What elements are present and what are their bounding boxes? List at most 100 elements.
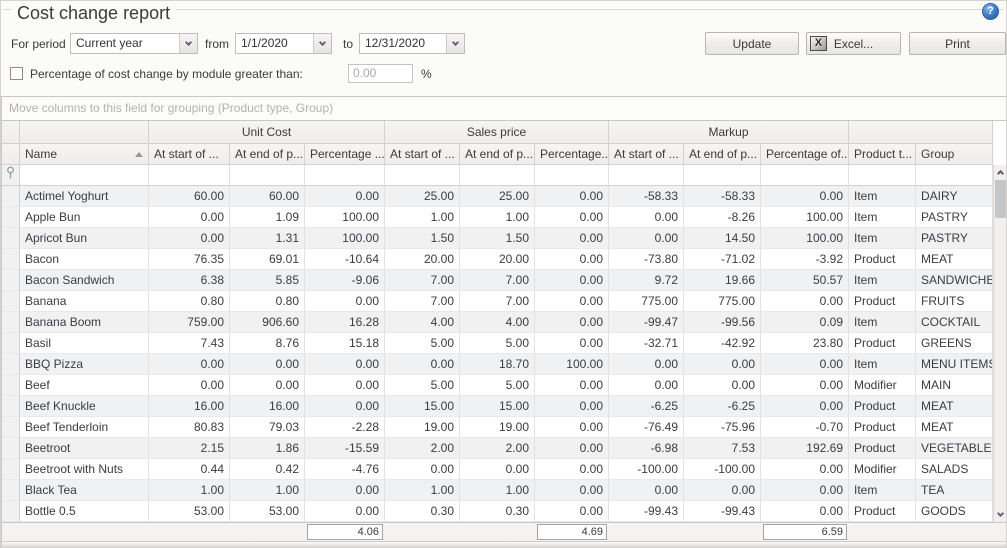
cell-name[interactable]: Beef Tenderloin [20,417,149,438]
row-indicator[interactable] [2,354,20,375]
cell-sp-end[interactable]: 1.00 [460,207,535,228]
cell-product-type[interactable]: Item [849,207,916,228]
cell-sp-start[interactable]: 2.00 [385,438,460,459]
cell-product-type[interactable]: Modifier [849,459,916,480]
cell-uc-pct[interactable]: -4.76 [305,459,385,480]
cell-uc-pct[interactable]: -10.64 [305,249,385,270]
cell-sp-pct[interactable]: 0.00 [535,228,609,249]
threshold-checkbox[interactable] [10,67,23,80]
cell-product-type[interactable]: Item [849,480,916,501]
cell-mk-pct[interactable]: 0.00 [761,375,849,396]
table-row[interactable]: Beetroot2.151.86-15.592.002.000.00-6.987… [2,438,993,459]
cell-uc-pct[interactable]: 16.28 [305,312,385,333]
cell-sp-end[interactable]: 5.00 [460,333,535,354]
help-icon[interactable]: ? [982,3,999,20]
cell-mk-pct[interactable]: 0.00 [761,459,849,480]
cell-product-type[interactable]: Product [849,501,916,522]
row-indicator[interactable] [2,396,20,417]
cell-product-type[interactable]: Product [849,438,916,459]
cell-mk-start[interactable]: 9.72 [609,270,684,291]
cell-uc-end[interactable]: 0.00 [230,375,305,396]
cell-group[interactable]: SALADS [916,459,993,480]
cell-sp-start[interactable]: 4.00 [385,312,460,333]
cell-mk-end[interactable]: -58.33 [684,186,761,207]
cell-mk-start[interactable]: -32.71 [609,333,684,354]
cell-uc-end[interactable]: 5.85 [230,270,305,291]
cell-name[interactable]: Banana [20,291,149,312]
cell-uc-end[interactable]: 0.80 [230,291,305,312]
cell-sp-pct[interactable]: 100.00 [535,354,609,375]
cell-mk-pct[interactable]: 0.00 [761,480,849,501]
cell-mk-end[interactable]: -100.00 [684,459,761,480]
column-header-product-type[interactable]: Product t... [849,144,916,165]
filter-cell[interactable] [460,165,535,186]
cell-uc-end[interactable]: 1.09 [230,207,305,228]
cell-uc-pct[interactable]: 100.00 [305,228,385,249]
cell-sp-start[interactable]: 7.00 [385,291,460,312]
cell-sp-start[interactable]: 1.00 [385,207,460,228]
cell-uc-start[interactable]: 16.00 [149,396,230,417]
cell-uc-end[interactable]: 1.86 [230,438,305,459]
cell-uc-pct[interactable]: -9.06 [305,270,385,291]
chevron-down-icon[interactable] [313,34,331,53]
cell-sp-start[interactable]: 5.00 [385,375,460,396]
column-header-uc-pct[interactable]: Percentage ... [305,144,385,165]
column-header-name[interactable]: Name [20,144,149,165]
cell-mk-pct[interactable]: 192.69 [761,438,849,459]
cell-product-type[interactable]: Product [849,291,916,312]
cell-mk-pct[interactable]: 0.00 [761,186,849,207]
cell-mk-pct[interactable]: 0.00 [761,501,849,522]
table-row[interactable]: Apricot Bun0.001.31100.001.501.500.000.0… [2,228,993,249]
cell-sp-end[interactable]: 7.00 [460,291,535,312]
cell-sp-start[interactable]: 25.00 [385,186,460,207]
cell-mk-end[interactable]: -42.92 [684,333,761,354]
cell-mk-pct[interactable]: -3.92 [761,249,849,270]
cell-sp-end[interactable]: 0.00 [460,459,535,480]
cell-uc-pct[interactable]: 0.00 [305,375,385,396]
cell-mk-end[interactable]: 0.00 [684,480,761,501]
cell-mk-end[interactable]: -99.43 [684,501,761,522]
cell-mk-start[interactable]: -76.49 [609,417,684,438]
cell-name[interactable]: Beef [20,375,149,396]
filter-cell[interactable] [305,165,385,186]
cell-mk-start[interactable]: 0.00 [609,228,684,249]
cell-mk-pct[interactable]: 100.00 [761,228,849,249]
table-row[interactable]: Bacon Sandwich6.385.85-9.067.007.000.009… [2,270,993,291]
cell-mk-start[interactable]: 0.00 [609,480,684,501]
table-row[interactable]: Bottle 0.553.0053.000.000.300.300.00-99.… [2,501,993,522]
cell-sp-start[interactable]: 7.00 [385,270,460,291]
cell-group[interactable]: MEAT [916,396,993,417]
vertical-scrollbar[interactable] [993,165,1007,522]
cell-sp-start[interactable]: 1.00 [385,480,460,501]
cell-uc-start[interactable]: 0.00 [149,207,230,228]
threshold-input[interactable]: 0.00 [348,64,413,83]
cell-group[interactable]: PASTRY [916,228,993,249]
cell-group[interactable]: GOODS [916,501,993,522]
cell-uc-start[interactable]: 6.38 [149,270,230,291]
scroll-thumb[interactable] [995,180,1006,218]
filter-cell[interactable] [684,165,761,186]
row-indicator[interactable] [2,417,20,438]
cell-sp-end[interactable]: 15.00 [460,396,535,417]
cell-sp-end[interactable]: 19.00 [460,417,535,438]
cell-sp-pct[interactable]: 0.00 [535,333,609,354]
cell-sp-end[interactable]: 2.00 [460,438,535,459]
band-markup[interactable]: Markup [609,121,849,144]
cell-group[interactable]: PASTRY [916,207,993,228]
cell-uc-pct[interactable]: 0.00 [305,501,385,522]
cell-name[interactable]: Bottle 0.5 [20,501,149,522]
cell-sp-pct[interactable]: 0.00 [535,270,609,291]
scroll-down-arrow[interactable] [994,508,1007,522]
cell-uc-start[interactable]: 0.00 [149,354,230,375]
cell-group[interactable]: GREENS [916,333,993,354]
chevron-down-icon[interactable] [446,34,464,53]
row-indicator[interactable] [2,249,20,270]
row-indicator[interactable] [2,312,20,333]
print-button[interactable]: Print [909,32,1006,55]
cell-uc-start[interactable]: 2.15 [149,438,230,459]
row-indicator[interactable] [2,186,20,207]
cell-uc-start[interactable]: 1.00 [149,480,230,501]
cell-uc-pct[interactable]: 0.00 [305,186,385,207]
filter-cell[interactable] [916,165,993,186]
cell-uc-end[interactable]: 0.00 [230,354,305,375]
